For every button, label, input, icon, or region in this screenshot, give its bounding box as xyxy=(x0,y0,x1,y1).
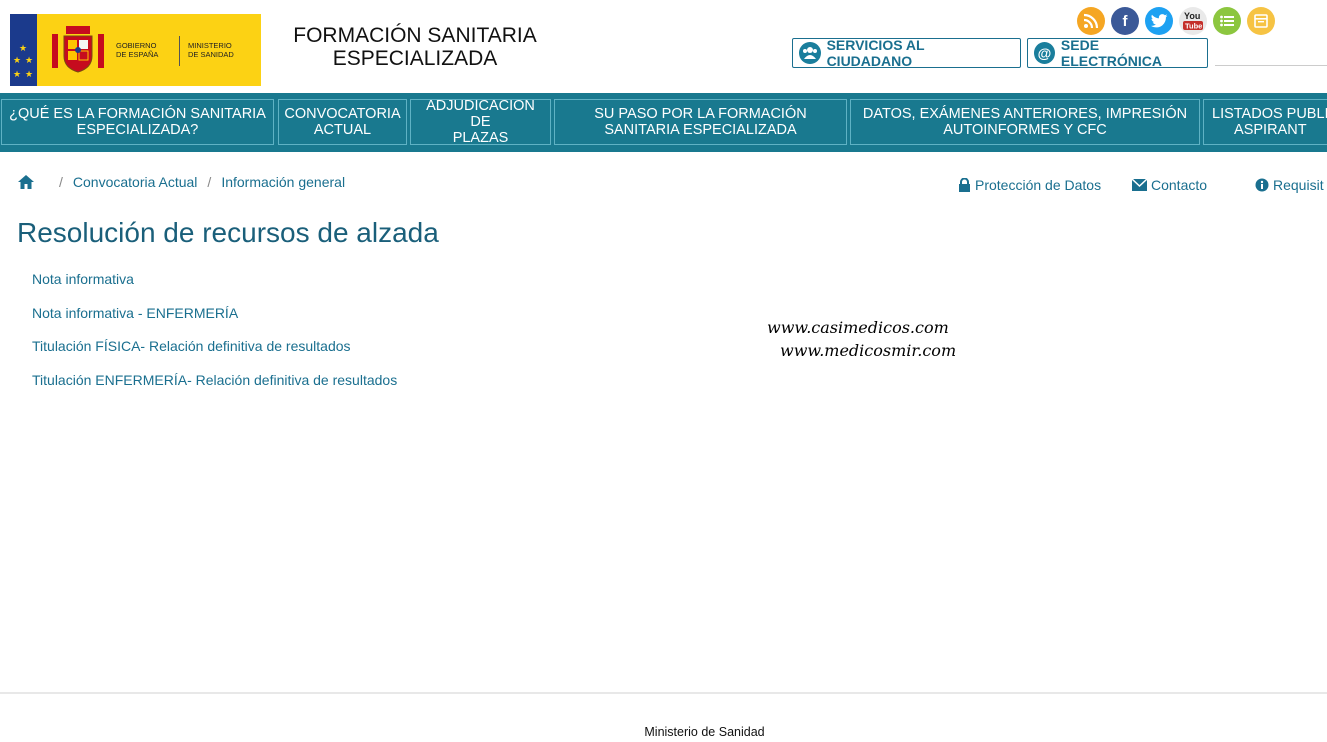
breadcrumb-informacion[interactable]: Información general xyxy=(221,174,345,190)
list-item[interactable]: Titulación ENFERMERÍA- Relación definiti… xyxy=(32,371,397,405)
gobierno-line1: GOBIERNO xyxy=(116,41,157,50)
envelope-icon xyxy=(1132,179,1147,191)
sede-electronica-button[interactable]: @ SEDE ELECTRÓNICA xyxy=(1027,37,1208,69)
info-icon xyxy=(1255,178,1269,192)
home-icon[interactable] xyxy=(17,174,35,190)
site-title[interactable]: FORMACIÓN SANITARIA ESPECIALIZADA xyxy=(270,24,560,70)
logo-divider xyxy=(179,36,180,66)
breadcrumb-separator: / xyxy=(59,174,63,190)
footer-text: Ministerio de Sanidad xyxy=(644,725,765,739)
list-item[interactable]: Titulación FÍSICA- Relación definitiva d… xyxy=(32,337,397,371)
footer-divider xyxy=(0,692,1327,694)
nav-item-convocatoria[interactable]: CONVOCATORIA ACTUAL xyxy=(278,99,407,145)
facebook-icon[interactable]: f xyxy=(1111,7,1139,35)
nav-item-su-paso[interactable]: SU PASO POR LA FORMACIÓN SANITARIA ESPEC… xyxy=(554,99,847,145)
breadcrumb-separator: / xyxy=(207,174,212,190)
list-item[interactable]: Nota informativa xyxy=(32,270,397,304)
app-icon[interactable] xyxy=(1247,7,1275,35)
proteccion-datos-label: Protección de Datos xyxy=(975,177,1102,193)
gobierno-line2: DE ESPAÑA xyxy=(116,50,159,59)
svg-text:Tube: Tube xyxy=(1185,22,1202,31)
social-icons: f You Tube xyxy=(1077,7,1275,35)
nav-item-que-es[interactable]: ¿QUÉ ES LA FORMACIÓN SANITARIA ESPECIALI… xyxy=(1,99,274,145)
svg-text:You: You xyxy=(1184,11,1200,21)
watermark-line2: www.medicosmir.com xyxy=(780,341,957,360)
site-title-line2: ESPECIALIZADA xyxy=(332,47,498,70)
nav-item-datos-examenes[interactable]: DATOS, EXÁMENES ANTERIORES, IMPRESIÓN AU… xyxy=(850,99,1200,145)
eu-flag-strip: ★ ★ ★ ★ ★ xyxy=(10,14,37,86)
list-icon[interactable] xyxy=(1213,7,1241,35)
people-icon xyxy=(799,42,821,64)
requisitos-label: Requisit xyxy=(1273,177,1324,193)
site-header: ★ ★ ★ ★ ★ GOBIERNO DE ESPAÑA MINISTERIO xyxy=(0,0,1327,93)
servicios-ciudadano-button[interactable]: SERVICIOS AL CIUDADANO xyxy=(792,37,1021,69)
lock-icon xyxy=(959,178,970,192)
gobierno-text: GOBIERNO DE ESPAÑA xyxy=(116,41,158,59)
main-nav: ¿QUÉ ES LA FORMACIÓN SANITARIA ESPECIALI… xyxy=(0,93,1327,152)
nav-item-listados[interactable]: LISTADOS PUBLI ASPIRANT xyxy=(1203,99,1327,145)
breadcrumb: / Convocatoria Actual / Información gene… xyxy=(17,174,345,190)
contacto-label: Contacto xyxy=(1151,177,1208,193)
contacto-link[interactable]: Contacto xyxy=(1132,177,1207,193)
ministerio-text: MINISTERIO DE SANIDAD xyxy=(188,41,234,59)
search-input[interactable] xyxy=(1215,65,1327,66)
document-list: Nota informativa Nota informativa - ENFE… xyxy=(32,270,397,404)
ministerio-line1: MINISTERIO xyxy=(188,41,232,50)
nav-item-adjudicacion[interactable]: ADJUDICACIÓN DE PLAZAS xyxy=(410,99,551,145)
gobierno-logo[interactable]: ★ ★ ★ ★ ★ GOBIERNO DE ESPAÑA MINISTERIO xyxy=(10,14,261,86)
youtube-icon[interactable]: You Tube xyxy=(1179,7,1207,35)
watermark-text: www.casimedicos.com www.medicosmir.com xyxy=(767,316,956,362)
site-title-line1: FORMACIÓN SANITARIA xyxy=(293,24,537,47)
coat-of-arms-icon xyxy=(52,26,104,73)
proteccion-datos-link[interactable]: Protección de Datos xyxy=(958,177,1101,193)
page-title: Resolución de recursos de alzada xyxy=(17,217,439,248)
at-sign-icon: @ xyxy=(1034,42,1055,64)
list-item[interactable]: Nota informativa - ENFERMERÍA xyxy=(32,304,397,338)
ministerio-line2: DE SANIDAD xyxy=(188,50,234,59)
rss-icon[interactable] xyxy=(1077,7,1105,35)
requisitos-link[interactable]: Requisit xyxy=(1255,177,1324,193)
servicios-ciudadano-label: SERVICIOS AL CIUDADANO xyxy=(826,37,925,69)
watermark-line1: www.casimedicos.com xyxy=(767,318,949,337)
twitter-icon[interactable] xyxy=(1145,7,1173,35)
breadcrumb-convocatoria[interactable]: Convocatoria Actual xyxy=(73,174,198,190)
sede-electronica-label: SEDE ELECTRÓNICA xyxy=(1060,37,1163,69)
